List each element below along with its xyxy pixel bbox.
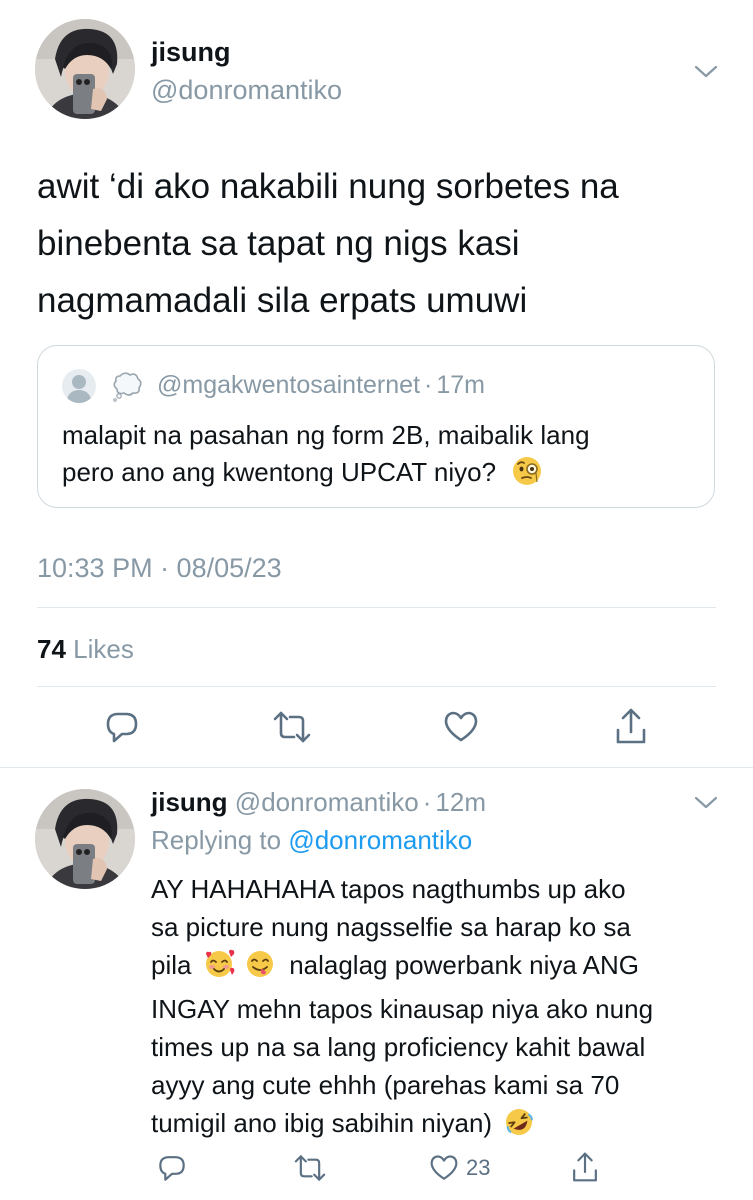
replying-handle-link[interactable]: @donromantiko — [288, 825, 472, 855]
chevron-down-icon[interactable] — [692, 60, 720, 84]
reply-icon[interactable] — [155, 1151, 189, 1185]
face-savoring-food-icon — [244, 948, 276, 990]
retweet-icon[interactable] — [291, 1151, 329, 1185]
quoted-handle[interactable]: @mgakwentosainternet — [157, 371, 420, 399]
reply-text-line: sa picture nung nagsselfie sa harap ko s… — [151, 912, 631, 942]
tweet-text: awit ‘di ako nakabili nung sorbetes na b… — [37, 158, 619, 329]
chevron-down-icon[interactable] — [692, 792, 720, 814]
user-handle[interactable]: @donromantiko — [235, 787, 419, 817]
quoted-text: malapit na pasahan ng form 2B, maibalik … — [62, 417, 590, 497]
reply-text-line: times up na sa lang proficiency kahit ba… — [151, 1032, 646, 1062]
separator-dot: · — [424, 371, 433, 399]
reply-header: jisung @donromantiko · 12m — [151, 786, 486, 818]
reply-text-line: AY HAHAHAHA tapos nagthumbs up ako — [151, 874, 626, 904]
rolling-on-floor-laughing-icon — [503, 1106, 535, 1148]
quoted-text-line: malapit na pasahan ng form 2B, maibalik … — [62, 420, 590, 450]
retweet-icon[interactable] — [270, 707, 314, 747]
quoted-tweet-card[interactable]: @mgakwentosainternet · 17m malapit na pasa… — [37, 345, 715, 508]
quoted-text-line: pero ano ang kwentong UPCAT niyo? — [62, 454, 590, 497]
tweet-text-line: awit ‘di ako nakabili nung sorbetes na — [37, 167, 619, 206]
face-with-monocle-icon — [511, 455, 543, 497]
like-icon[interactable] — [441, 707, 481, 747]
reply-text-line: tumigil ano ibig sabihin niyan) — [151, 1104, 653, 1148]
reply-text-segment: tumigil ano ibig sabihin niyan) — [151, 1108, 493, 1138]
reply-text-segment: pila — [151, 950, 192, 980]
share-icon[interactable] — [567, 1149, 603, 1185]
tweet-text-line: binebenta sa tapat ng nigs kasi — [37, 224, 520, 263]
reply-text-line: INGAY mehn tapos kinausap niya ako nung — [151, 994, 654, 1024]
likes-label: Likes — [73, 634, 134, 664]
smiling-face-with-hearts-icon — [203, 948, 235, 990]
divider — [0, 767, 753, 768]
reply-text-line: ayyy ang cute ehhh (parehas kami sa 70 — [151, 1070, 620, 1100]
replying-prefix: Replying to — [151, 825, 282, 855]
like-count: 23 — [466, 1155, 491, 1180]
user-handle[interactable]: @donromantiko — [151, 74, 342, 106]
separator-dot: · — [422, 787, 432, 817]
likes-count: 74 — [37, 634, 66, 664]
thought-balloon-icon — [111, 370, 143, 402]
share-icon[interactable] — [611, 705, 651, 747]
avatar[interactable] — [35, 789, 135, 889]
avatar[interactable] — [35, 19, 135, 119]
replying-to: Replying to @donromantiko — [151, 824, 472, 856]
reply-text-segment: nalaglag powerbank niya ANG — [289, 950, 639, 980]
divider — [37, 607, 716, 608]
quoted-text-line-content: pero ano ang kwentong UPCAT niyo? — [62, 457, 497, 487]
likes-stat[interactable]: 74 Likes — [37, 633, 134, 665]
reply-time: 12m — [435, 787, 486, 817]
reply-text: AY HAHAHAHA tapos nagthumbs up ako sa pi… — [151, 870, 653, 1148]
tweet-text-line: nagmamadali sila erpats umuwi — [37, 281, 528, 320]
tweet-timestamp[interactable]: 10:33 PM · 08/05/23 — [37, 552, 282, 584]
display-name[interactable]: jisung — [151, 787, 228, 817]
default-avatar-icon — [62, 369, 96, 403]
display-name[interactable]: jisung — [151, 36, 231, 68]
like-icon[interactable] — [427, 1151, 461, 1185]
quoted-time: 17m — [436, 371, 485, 399]
reply-text-line: pila nalaglag powerbank niya ANG — [151, 946, 653, 990]
quoted-handle-row: @mgakwentosainternet · 17m — [157, 370, 485, 400]
divider — [37, 686, 716, 687]
reply-icon[interactable] — [102, 707, 142, 747]
